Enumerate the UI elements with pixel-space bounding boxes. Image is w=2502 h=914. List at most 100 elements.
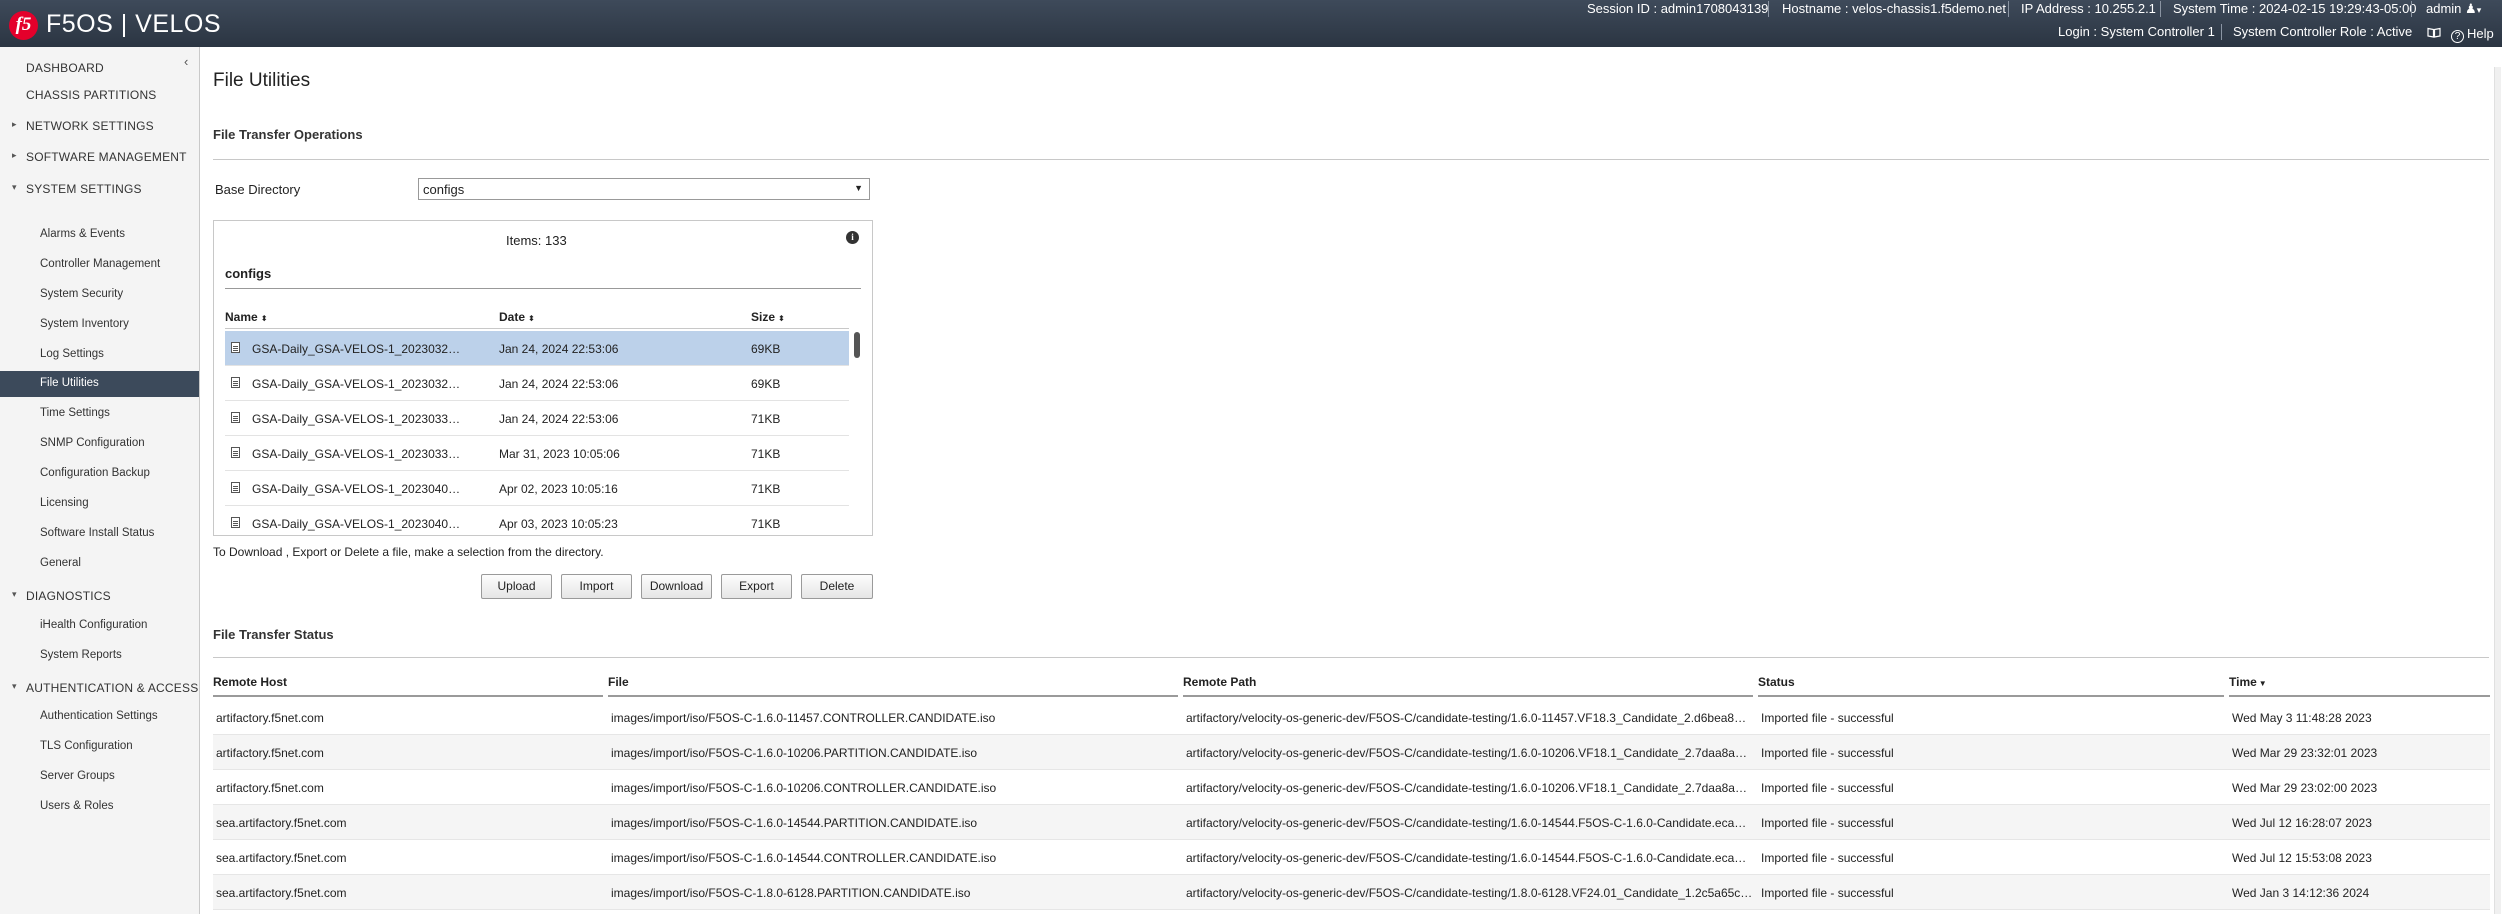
sidebar-item-licensing[interactable]: Licensing: [0, 491, 199, 517]
sidebar-item-system-inventory[interactable]: System Inventory: [0, 312, 199, 338]
ip-address: IP Address : 10.255.2.1: [2021, 1, 2156, 16]
time-header-label: Time: [2229, 675, 2257, 689]
remote-host-cell: artifactory.f5net.com: [216, 746, 324, 760]
upload-button[interactable]: Upload: [481, 574, 552, 599]
file-icon: [231, 377, 240, 388]
main-content: File Utilities File Transfer Operations …: [200, 47, 2502, 914]
remote-path-cell: artifactory/velocity-os-generic-dev/F5OS…: [1186, 816, 1747, 830]
file-size: 69KB: [751, 342, 781, 356]
sidebar-item-software-management[interactable]: ▸ SOFTWARE MANAGEMENT: [0, 144, 199, 170]
sidebar-item-file-utilities[interactable]: File Utilities: [0, 371, 199, 397]
sidebar-item-tls-configuration[interactable]: TLS Configuration: [0, 734, 199, 760]
sidebar-item-software-install-status[interactable]: Software Install Status: [0, 521, 199, 547]
sidebar-item-log-settings[interactable]: Log Settings: [0, 342, 199, 368]
file-name: GSA-Daily_GSA-VELOS-1_2023033…: [252, 447, 461, 461]
table-row[interactable]: artifactory.f5net.com images/import/iso/F…: [213, 735, 2490, 770]
file-row[interactable]: GSA-Daily_GSA-VELOS-1_2023040… Apr 02, 20…: [225, 471, 849, 506]
transfer-time-cell: Wed Jul 12 15:53:08 2023: [2232, 851, 2372, 865]
sidebar-item-time-settings[interactable]: Time Settings: [0, 401, 199, 427]
header-underline: [213, 695, 603, 697]
file-column-header[interactable]: File: [608, 675, 629, 689]
file-row[interactable]: GSA-Daily_GSA-VELOS-1_2023040… Apr 03, 20…: [225, 506, 849, 535]
sidebar-item-ihealth-configuration[interactable]: iHealth Configuration: [0, 613, 199, 639]
section-divider: [213, 657, 2489, 658]
header-underline: [1758, 695, 2224, 697]
file-name: GSA-Daily_GSA-VELOS-1_2023032…: [252, 377, 461, 391]
file-row[interactable]: GSA-Daily_GSA-VELOS-1_2023033… Mar 31, 20…: [225, 436, 849, 471]
table-row[interactable]: artifactory.f5net.com images/import/iso/F…: [213, 770, 2490, 805]
sidebar-item-system-settings[interactable]: ▾ SYSTEM SETTINGS: [0, 176, 199, 202]
remote-path-cell: artifactory/velocity-os-generic-dev/F5OS…: [1186, 711, 1747, 725]
sidebar-item-alarms-events[interactable]: Alarms & Events: [0, 222, 199, 248]
user-menu[interactable]: admin ♟▾: [2426, 1, 2481, 17]
header-underline: [608, 695, 1178, 697]
remote-host-cell: sea.artifactory.f5net.com: [216, 886, 347, 900]
file-icon: [231, 412, 240, 423]
transfer-time-cell: Wed Jul 12 16:28:07 2023: [2232, 816, 2372, 830]
sidebar-item-label: DASHBOARD: [26, 61, 104, 75]
file-date: Jan 24, 2024 22:53:06: [499, 377, 619, 391]
base-directory-select[interactable]: configs ▼: [418, 178, 870, 200]
sidebar-item-server-groups[interactable]: Server Groups: [0, 764, 199, 790]
remote-path-column-header[interactable]: Remote Path: [1183, 675, 1256, 689]
file-name: GSA-Daily_GSA-VELOS-1_2023032…: [252, 342, 461, 356]
size-column-header[interactable]: Size ⬍: [751, 310, 785, 324]
sidebar-item-snmp-configuration[interactable]: SNMP Configuration: [0, 431, 199, 457]
sidebar-item-label: Software Install Status: [40, 527, 155, 539]
sidebar-item-general[interactable]: General: [0, 551, 199, 577]
page-scrollbar[interactable]: [2494, 67, 2501, 914]
delete-button[interactable]: Delete: [801, 574, 873, 599]
sidebar-item-authentication-settings[interactable]: Authentication Settings: [0, 704, 199, 730]
export-button[interactable]: Export: [721, 574, 792, 599]
table-row[interactable]: sea.artifactory.f5net.com images/import/i…: [213, 840, 2490, 875]
selection-hint: To Download , Export or Delete a file, m…: [213, 545, 604, 559]
help-link[interactable]: ? Help: [2451, 26, 2494, 43]
sidebar-item-system-security[interactable]: System Security: [0, 282, 199, 308]
sidebar-item-system-reports[interactable]: System Reports: [0, 643, 199, 669]
items-count: Items: 133: [506, 233, 567, 248]
sidebar-item-users-roles[interactable]: Users & Roles: [0, 794, 199, 820]
table-row[interactable]: sea.artifactory.f5net.com images/import/i…: [213, 875, 2490, 910]
download-button[interactable]: Download: [641, 574, 712, 599]
info-icon[interactable]: i: [846, 231, 859, 244]
transfer-status-cell: Imported file - successful: [1761, 851, 1894, 865]
sidebar-item-controller-management[interactable]: Controller Management: [0, 252, 199, 278]
sidebar-item-label: Log Settings: [40, 348, 104, 360]
top-bar: f5 F5OS | VELOS Session ID : admin170804…: [0, 0, 2502, 47]
file-transfer-status-title: File Transfer Status: [213, 627, 334, 642]
book-icon[interactable]: [2427, 27, 2441, 38]
file-row[interactable]: GSA-Daily_GSA-VELOS-1_2023032… Jan 24, 20…: [225, 366, 849, 401]
remote-host-column-header[interactable]: Remote Host: [213, 675, 287, 689]
chevron-down-icon: ▾: [12, 681, 17, 691]
sidebar-item-label: System Reports: [40, 649, 122, 661]
sidebar-item-label: AUTHENTICATION & ACCESS: [26, 681, 199, 695]
sidebar-item-label: SNMP Configuration: [40, 437, 145, 449]
sidebar-item-chassis-partitions[interactable]: CHASSIS PARTITIONS: [0, 82, 199, 108]
base-directory-label: Base Directory: [215, 182, 301, 197]
name-column-header[interactable]: Name ⬍: [225, 310, 267, 324]
import-button[interactable]: Import: [561, 574, 632, 599]
sidebar-item-label: Authentication Settings: [40, 710, 158, 722]
sidebar-item-diagnostics[interactable]: ▾ DIAGNOSTICS: [0, 583, 199, 609]
table-row[interactable]: sea.artifactory.f5net.com images/import/i…: [213, 805, 2490, 840]
size-header-label: Size: [751, 310, 776, 324]
file-row[interactable]: GSA-Daily_GSA-VELOS-1_2023033… Jan 24, 20…: [225, 401, 849, 436]
f5-logo: f5: [9, 11, 38, 40]
status-column-header[interactable]: Status: [1758, 675, 1795, 689]
sidebar-item-dashboard[interactable]: DASHBOARD: [0, 55, 199, 81]
file-list-scrollbar[interactable]: [854, 332, 860, 358]
sidebar-item-authentication-access[interactable]: ▾ AUTHENTICATION & ACCESS: [0, 675, 199, 701]
header-divider: [225, 328, 849, 329]
sidebar-item-label: SYSTEM SETTINGS: [26, 182, 142, 196]
sidebar-item-network-settings[interactable]: ▸ NETWORK SETTINGS: [0, 113, 199, 139]
sort-icon: ⬍: [260, 314, 268, 323]
login-info: Login : System Controller 1: [2058, 24, 2215, 39]
time-column-header[interactable]: Time ▼: [2229, 675, 2267, 689]
page-title: File Utilities: [213, 70, 311, 91]
table-row[interactable]: artifactory.f5net.com images/import/iso/F…: [213, 700, 2490, 735]
date-column-header[interactable]: Date ⬍: [499, 310, 535, 324]
sidebar-item-configuration-backup[interactable]: Configuration Backup: [0, 461, 199, 487]
remote-path-cell: artifactory/velocity-os-generic-dev/F5OS…: [1186, 851, 1747, 865]
file-row[interactable]: GSA-Daily_GSA-VELOS-1_2023032… Jan 24, 20…: [225, 331, 849, 366]
section-divider: [213, 159, 2489, 160]
